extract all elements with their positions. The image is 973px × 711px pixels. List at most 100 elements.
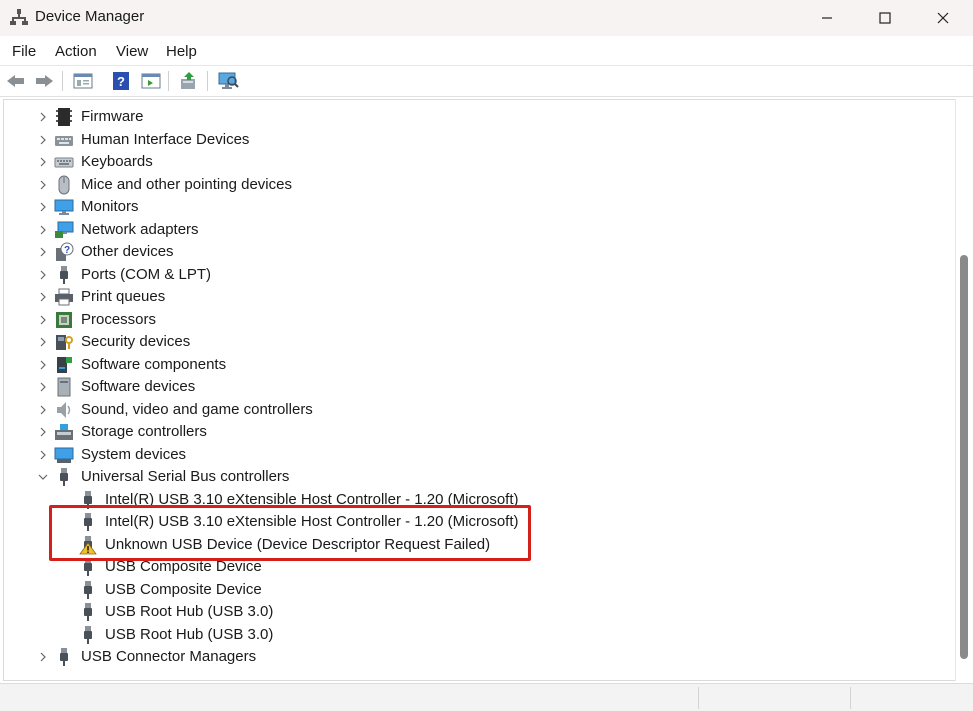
chevron-right-icon[interactable]	[36, 379, 50, 395]
menu-file[interactable]: File	[12, 43, 36, 60]
monitor-scan-icon	[218, 72, 239, 89]
chevron-down-icon[interactable]	[36, 469, 50, 485]
tree-label: Monitors	[81, 198, 139, 215]
close-icon	[937, 12, 949, 24]
tree-label: Sound, video and game controllers	[81, 400, 313, 418]
tree-category-usb-connector-managers[interactable]: USB Connector Managers	[4, 646, 944, 668]
usb-plug-icon	[84, 625, 92, 644]
tree-category-keyboards[interactable]: Keyboards	[4, 151, 944, 173]
chevron-right-icon[interactable]	[36, 312, 50, 328]
tree-category-ports[interactable]: Ports (COM & LPT)	[4, 264, 944, 286]
tree-label: Other devices	[81, 243, 174, 260]
window-title: Device Manager	[35, 8, 145, 25]
tree-label: Ports (COM & LPT)	[81, 265, 212, 283]
tree-label: Mice and other pointing devices	[81, 175, 292, 193]
maximize-button[interactable]	[856, 0, 914, 36]
printer-icon	[55, 288, 73, 306]
usb-plug-icon	[84, 603, 92, 621]
tree-category-hid[interactable]: Human Interface Devices	[4, 129, 944, 151]
chevron-right-icon[interactable]	[36, 109, 50, 125]
svg-text:?: ?	[117, 74, 125, 89]
tree-category-security[interactable]: Security devices	[4, 331, 944, 353]
device-tree[interactable]: Firmware Human Interface Devices Keyboar…	[3, 99, 955, 681]
tree-category-monitors[interactable]: Monitors	[4, 196, 944, 218]
svg-text:?: ?	[64, 245, 70, 256]
menu-view[interactable]: View	[116, 43, 148, 60]
tree-category-print-queues[interactable]: Print queues	[4, 286, 944, 308]
tree-device-usb-root-hub-2[interactable]: USB Root Hub (USB 3.0)	[4, 624, 944, 646]
tree-category-firmware[interactable]: Firmware	[4, 106, 944, 128]
chevron-right-icon[interactable]	[36, 177, 50, 193]
tree-label: Firmware	[81, 108, 144, 125]
tree-category-storage[interactable]: Storage controllers	[4, 421, 944, 443]
device-manager-icon	[10, 9, 28, 25]
tree-label: Network adapters	[81, 220, 199, 238]
forward-button[interactable]	[33, 70, 55, 92]
chevron-right-icon[interactable]	[36, 357, 50, 373]
menu-help[interactable]: Help	[166, 43, 197, 60]
tree-category-system[interactable]: System devices	[4, 444, 944, 466]
chevron-right-icon[interactable]	[36, 649, 50, 665]
tree-label: Human Interface Devices	[81, 130, 250, 148]
tree-device-usb-root-hub-1[interactable]: USB Root Hub (USB 3.0)	[4, 601, 944, 623]
close-button[interactable]	[914, 0, 972, 36]
chevron-right-icon[interactable]	[36, 132, 50, 148]
tree-category-network[interactable]: Network adapters	[4, 219, 944, 241]
tree-category-usb[interactable]: Universal Serial Bus controllers	[4, 466, 944, 488]
tree-label: Keyboards	[81, 153, 153, 170]
tree-label: USB Composite Device	[105, 580, 262, 598]
tree-label: USB Root Hub (USB 3.0)	[105, 625, 274, 643]
tree-label: Processors	[81, 310, 157, 328]
tree-label: Universal Serial Bus controllers	[81, 468, 290, 485]
status-bar	[0, 683, 973, 711]
scope-button[interactable]	[140, 70, 162, 92]
chevron-right-icon[interactable]	[36, 267, 50, 283]
tree-device-usb-composite-2[interactable]: USB Composite Device	[4, 579, 944, 601]
tree-category-processors[interactable]: Processors	[4, 309, 944, 331]
chevron-right-icon[interactable]	[36, 334, 50, 350]
properties-button[interactable]	[72, 70, 94, 92]
monitor-icon	[54, 199, 74, 215]
processor-icon	[56, 311, 72, 328]
chevron-right-icon[interactable]	[36, 244, 50, 260]
tree-category-software-devices[interactable]: Software devices	[4, 376, 944, 398]
highlight-box	[49, 505, 531, 561]
chevron-right-icon[interactable]	[36, 222, 50, 238]
back-button[interactable]	[5, 70, 27, 92]
help-button[interactable]: ?	[110, 70, 132, 92]
chevron-right-icon[interactable]	[36, 447, 50, 463]
tree-label: Security devices	[81, 333, 191, 350]
minimize-button[interactable]	[798, 0, 856, 36]
menu-action[interactable]: Action	[55, 43, 97, 60]
other-devices-icon: ?	[56, 242, 74, 261]
system-devices-icon	[54, 447, 74, 463]
storage-controller-icon	[55, 424, 73, 440]
chevron-right-icon[interactable]	[36, 199, 50, 215]
back-arrow-icon	[7, 75, 24, 87]
update-driver-button[interactable]	[178, 70, 200, 92]
scrollbar-thumb[interactable]	[960, 255, 968, 659]
tree-label: System devices	[81, 445, 187, 463]
mouse-icon	[58, 175, 70, 194]
chevron-right-icon[interactable]	[36, 402, 50, 418]
forward-arrow-icon	[36, 75, 53, 87]
security-device-icon	[56, 335, 73, 350]
chevron-right-icon[interactable]	[36, 289, 50, 305]
tree-category-mice[interactable]: Mice and other pointing devices	[4, 174, 944, 196]
usb-plug-icon	[60, 468, 68, 486]
tree-category-software-components[interactable]: Software components	[4, 354, 944, 376]
chevron-right-icon[interactable]	[36, 424, 50, 440]
keyboard-icon	[54, 157, 74, 168]
vertical-scrollbar[interactable]	[955, 99, 972, 681]
tree-category-other-devices[interactable]: ? Other devices	[4, 241, 944, 263]
chevron-right-icon[interactable]	[36, 154, 50, 170]
network-adapter-icon	[55, 221, 74, 238]
scan-hardware-button[interactable]	[217, 70, 239, 92]
tree-category-sound[interactable]: Sound, video and game controllers	[4, 399, 944, 421]
software-components-icon	[57, 356, 72, 373]
maximize-icon	[879, 12, 891, 24]
toolbar: ?	[0, 66, 973, 97]
software-devices-icon	[57, 377, 71, 397]
tree-label: Software components	[81, 355, 227, 373]
tree-label: Software devices	[81, 378, 196, 395]
